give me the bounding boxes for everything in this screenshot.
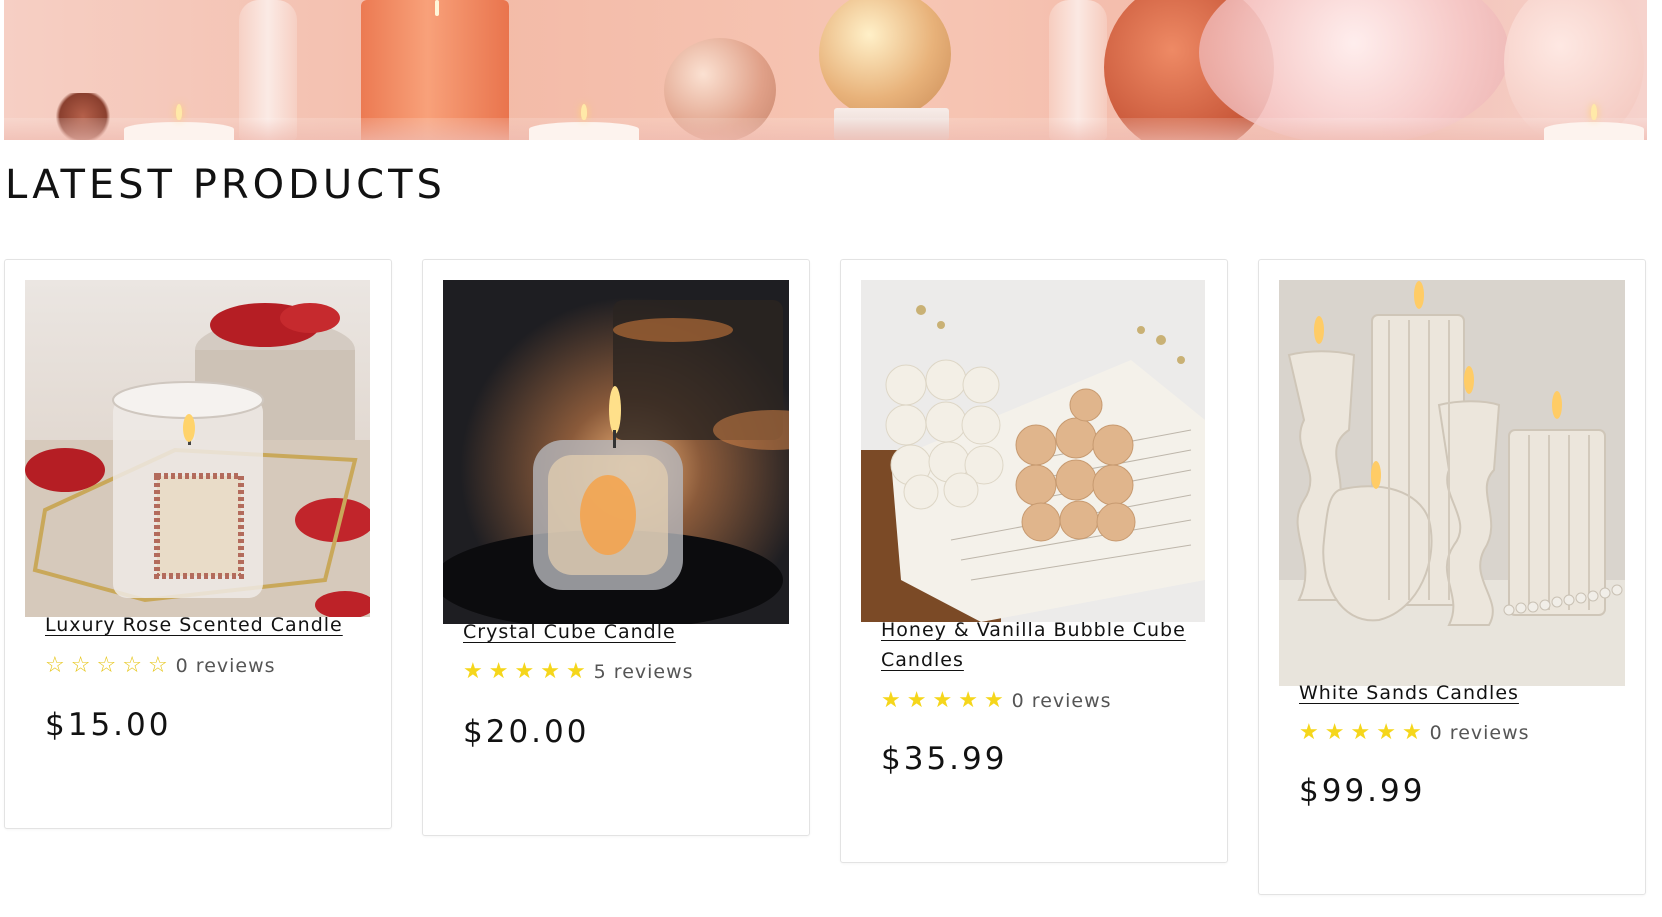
star-filled-icon: ★ <box>1350 720 1372 745</box>
rating-stars: ★ ★ ★ ★ ★ <box>881 690 1005 712</box>
star-filled-icon: ★ <box>983 688 1005 713</box>
product-title-line[interactable]: Crystal Cube Candle <box>463 621 676 643</box>
tealight-candle <box>1544 104 1644 140</box>
star-filled-icon: ★ <box>958 688 979 713</box>
banner-surface <box>4 118 1647 140</box>
product-rating: ☆ ☆ ☆ ☆ ☆ 0 reviews <box>45 655 276 678</box>
star-filled-icon: ★ <box>1376 720 1397 745</box>
product-price: $99.99 <box>1299 773 1426 809</box>
star-filled-icon: ★ <box>1299 720 1320 745</box>
product-price: $35.99 <box>881 741 1008 777</box>
star-filled-icon: ★ <box>881 688 902 713</box>
white-pillar-candles-image <box>1279 280 1625 686</box>
star-filled-icon: ★ <box>932 688 954 713</box>
product-title-line[interactable]: Luxury Rose Scented Candle <box>45 614 343 636</box>
product-title-link[interactable]: Luxury Rose Scented Candle <box>45 610 343 640</box>
product-title-line[interactable]: Honey & Vanilla Bubble Cube <box>881 619 1186 641</box>
star-filled-icon: ★ <box>565 659 587 684</box>
review-count: 0 reviews <box>1429 722 1530 744</box>
product-title-line[interactable]: Candles <box>881 649 964 671</box>
star-filled-icon: ★ <box>906 688 928 713</box>
product-price: $15.00 <box>45 707 172 743</box>
star-filled-icon: ★ <box>488 659 510 684</box>
product-card[interactable]: Honey & Vanilla Bubble Cube Candles ★ ★ … <box>840 259 1228 863</box>
gold-ornament-ball <box>819 0 951 118</box>
product-image[interactable] <box>1279 280 1625 686</box>
star-filled-icon: ★ <box>514 659 536 684</box>
product-card[interactable]: Luxury Rose Scented Candle ☆ ☆ ☆ ☆ ☆ 0 r… <box>4 259 392 829</box>
product-rating: ★ ★ ★ ★ ★ 0 reviews <box>1299 722 1530 745</box>
star-filled-icon: ★ <box>540 659 561 684</box>
star-outline-icon: ☆ <box>122 653 143 678</box>
star-outline-icon: ☆ <box>147 653 169 678</box>
rating-stars: ★ ★ ★ ★ ★ <box>463 661 587 683</box>
star-filled-icon: ★ <box>463 659 484 684</box>
product-image[interactable] <box>443 280 789 624</box>
rating-stars: ★ ★ ★ ★ ★ <box>1299 722 1423 744</box>
product-rating: ★ ★ ★ ★ ★ 0 reviews <box>881 690 1112 713</box>
product-title-link[interactable]: White Sands Candles <box>1299 678 1519 708</box>
product-image[interactable] <box>861 280 1205 622</box>
product-image[interactable] <box>25 280 370 617</box>
tealight-candle <box>124 104 234 140</box>
product-rating: ★ ★ ★ ★ ★ 5 reviews <box>463 661 694 684</box>
product-title-link[interactable]: Honey & Vanilla Bubble Cube Candles <box>881 615 1186 675</box>
review-count: 5 reviews <box>593 661 694 683</box>
star-filled-icon: ★ <box>1324 720 1346 745</box>
product-card[interactable]: White Sands Candles ★ ★ ★ ★ ★ 0 reviews … <box>1258 259 1646 895</box>
review-count: 0 reviews <box>1011 690 1112 712</box>
review-count: 0 reviews <box>175 655 276 677</box>
star-outline-icon: ☆ <box>96 653 118 678</box>
rose-candle-jar-image <box>25 280 370 617</box>
section-title: LATEST PRODUCTS <box>5 162 446 208</box>
hero-banner-image <box>4 0 1647 140</box>
star-outline-icon: ☆ <box>45 653 66 678</box>
tealight-candle <box>529 104 639 140</box>
crystal-cube-candle-image <box>443 280 789 624</box>
star-filled-icon: ★ <box>1401 720 1423 745</box>
product-title-line[interactable]: White Sands Candles <box>1299 682 1519 704</box>
rating-stars: ☆ ☆ ☆ ☆ ☆ <box>45 655 169 677</box>
bubble-cube-candles-image <box>861 280 1205 622</box>
product-price: $20.00 <box>463 714 590 750</box>
product-card[interactable]: Crystal Cube Candle ★ ★ ★ ★ ★ 5 reviews … <box>422 259 810 836</box>
star-outline-icon: ☆ <box>70 653 92 678</box>
product-title-link[interactable]: Crystal Cube Candle <box>463 617 676 647</box>
